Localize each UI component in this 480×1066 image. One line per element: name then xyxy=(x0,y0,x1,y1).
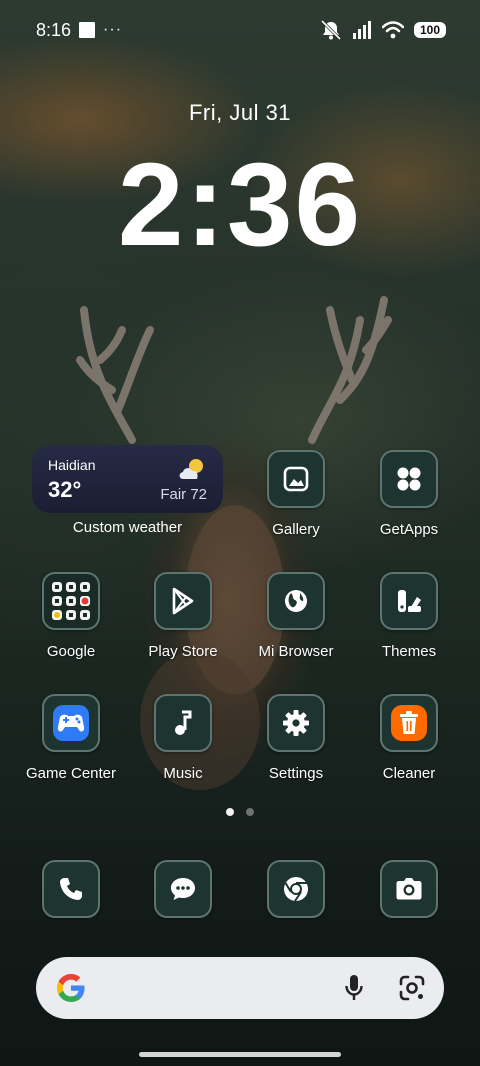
partly-cloudy-icon xyxy=(179,459,203,479)
game-controller-icon xyxy=(42,694,100,752)
weather-widget-label: Custom weather xyxy=(72,519,183,536)
app-music[interactable]: Music xyxy=(128,694,238,782)
app-settings[interactable]: Settings xyxy=(241,694,351,782)
google-g-logo xyxy=(57,974,85,1002)
dock-messages[interactable] xyxy=(128,860,238,918)
app-label: Game Center xyxy=(25,765,117,782)
app-label: Music xyxy=(163,765,203,782)
signal-icon xyxy=(353,21,371,39)
dock-phone[interactable] xyxy=(16,860,126,918)
gallery-icon xyxy=(267,450,325,508)
lockscreen-date: Fri, Jul 31 xyxy=(188,100,292,125)
music-note-icon xyxy=(154,694,212,752)
more-notifications-indicator: ··· xyxy=(103,21,123,38)
weather-temperature: 32° xyxy=(48,477,82,502)
app-cleaner[interactable]: Cleaner xyxy=(354,694,464,782)
chrome-icon xyxy=(267,860,325,918)
app-gallery[interactable]: Gallery xyxy=(241,450,351,538)
battery-indicator: 100 xyxy=(414,22,446,38)
app-game-center[interactable]: Game Center xyxy=(16,694,126,782)
camera-icon xyxy=(380,860,438,918)
wifi-icon xyxy=(382,21,404,39)
page-dot-active[interactable] xyxy=(226,808,234,816)
dock-chrome[interactable] xyxy=(241,860,351,918)
app-label: GetApps xyxy=(379,521,439,538)
app-label: Themes xyxy=(381,643,437,660)
themes-icon xyxy=(380,572,438,630)
app-mi-browser[interactable]: Mi Browser xyxy=(241,572,351,660)
app-getapps[interactable]: GetApps xyxy=(354,450,464,538)
weather-condition: Fair 72 xyxy=(160,486,207,503)
app-label: Google xyxy=(46,643,96,660)
app-label: Settings xyxy=(268,765,324,782)
messages-icon xyxy=(154,860,212,918)
status-bar: 8:16 ··· 100 xyxy=(0,0,480,60)
lockscreen-clock[interactable]: 2:36 xyxy=(0,130,480,280)
app-label: Cleaner xyxy=(382,765,436,782)
app-label: Mi Browser xyxy=(258,643,334,660)
page-indicator xyxy=(0,808,480,816)
mute-bell-icon xyxy=(320,20,342,40)
app-label: Gallery xyxy=(272,521,320,538)
getapps-icon xyxy=(380,450,438,508)
dock-camera[interactable] xyxy=(354,860,464,918)
status-time: 8:16 xyxy=(36,19,72,40)
gear-icon xyxy=(267,694,325,752)
trash-icon xyxy=(380,694,438,752)
notification-icon xyxy=(79,22,96,38)
phone-icon xyxy=(42,860,100,918)
google-search-bar[interactable] xyxy=(36,957,444,1019)
folder-google[interactable]: Google xyxy=(16,572,126,660)
play-store-icon xyxy=(154,572,212,630)
google-folder-icon xyxy=(42,572,100,630)
weather-widget[interactable]: Haidian 32° Fair 72 xyxy=(32,445,223,513)
page-dot[interactable] xyxy=(246,808,254,816)
app-themes[interactable]: Themes xyxy=(354,572,464,660)
gesture-navigation-handle[interactable] xyxy=(139,1052,341,1057)
app-label: Play Store xyxy=(148,643,218,660)
google-lens-icon[interactable] xyxy=(398,974,426,1002)
microphone-icon[interactable] xyxy=(344,974,364,1002)
app-play-store[interactable]: Play Store xyxy=(128,572,238,660)
globe-icon xyxy=(267,572,325,630)
